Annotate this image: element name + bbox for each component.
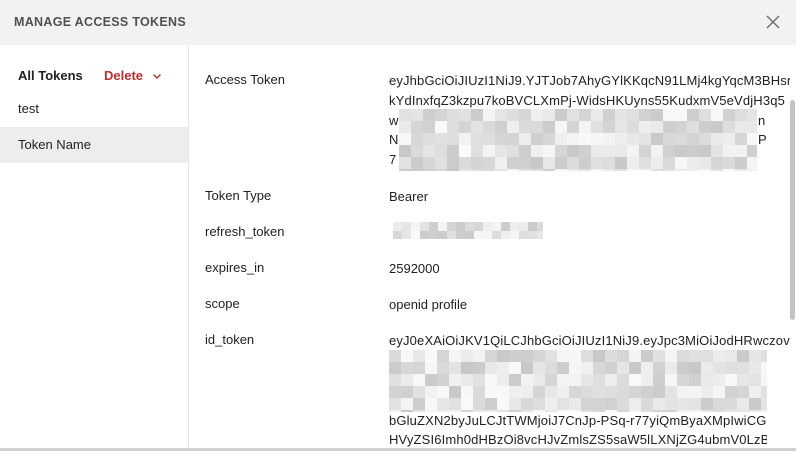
scope-value: openid profile [389, 297, 468, 312]
access-token-line-4-end: P [758, 132, 767, 147]
chevron-down-icon [151, 70, 163, 82]
refresh-token-label: refresh_token [205, 224, 285, 239]
token-details: Access Token eyJhbGciOiJIUzI1NiJ9.YJTJob… [189, 45, 796, 451]
modal-header: MANAGE ACCESS TOKENS [0, 0, 796, 45]
access-token-label: Access Token [205, 72, 285, 87]
redacted-mosaic [399, 109, 757, 171]
access-token-line-2: kYdInxfqZ3kzpu7koBVCLXmPj-WidsHKUyns55Ku… [389, 93, 785, 108]
access-token-line-3-start: w [389, 113, 399, 128]
id-token-label: id_token [205, 332, 255, 347]
token-type-value: Bearer [389, 189, 429, 204]
delete-label: Delete [104, 68, 144, 83]
expires-in-row: expires_in 2592000 [189, 260, 769, 280]
id-token-line-3: HVyZSI6Imh0dHBzOi8vcHJvZmlsZS5saW5lLXNjZ… [389, 432, 767, 447]
token-type-row: Token Type Bearer [189, 188, 769, 208]
redacted-mosaic [389, 350, 767, 412]
delete-dropdown-button[interactable]: Delete [104, 68, 163, 83]
id-token-row: id_token eyJ0eXAiOiJKV1QiLCJhbGciOiJIUzI… [189, 332, 790, 451]
scope-row: scope openid profile [189, 296, 769, 316]
scrollbar-thumb[interactable] [790, 100, 795, 320]
token-item-label: test [18, 101, 39, 116]
close-icon [764, 13, 782, 31]
close-button[interactable] [764, 13, 782, 31]
access-token-line-1: eyJhbGciOiJIUzI1NiJ9.YJTJob7AhyGYlKKqcN9… [389, 73, 795, 88]
id-token-line-1: eyJ0eXAiOiJKV1QiLCJhbGciOiJIUzI1NiJ9.eyJ… [389, 333, 790, 348]
token-list-item-test[interactable]: test [0, 91, 188, 127]
access-token-line-3-end: n [758, 113, 766, 128]
expires-in-value: 2592000 [389, 261, 440, 276]
access-token-line-4-start: N [389, 132, 399, 147]
modal-title: MANAGE ACCESS TOKENS [14, 15, 186, 29]
token-list-sidebar: All Tokens Delete test Token Name [0, 45, 189, 451]
token-type-label: Token Type [205, 188, 272, 203]
token-item-label: Token Name [18, 137, 91, 152]
access-token-row: Access Token eyJhbGciOiJIUzI1NiJ9.YJTJob… [189, 72, 794, 194]
access-token-line-5-start: 7 [389, 152, 397, 167]
redacted-mosaic [393, 222, 543, 239]
refresh-token-row: refresh_token [189, 222, 769, 244]
scope-label: scope [205, 296, 240, 311]
id-token-line-2: bGluZXN2byJuLCJtTWMjoiJ7CnJp-PSq-r77yiQm… [389, 413, 767, 428]
token-list-item-token-name[interactable]: Token Name [0, 127, 188, 163]
all-tokens-label: All Tokens [18, 68, 83, 83]
expires-in-label: expires_in [205, 260, 265, 275]
